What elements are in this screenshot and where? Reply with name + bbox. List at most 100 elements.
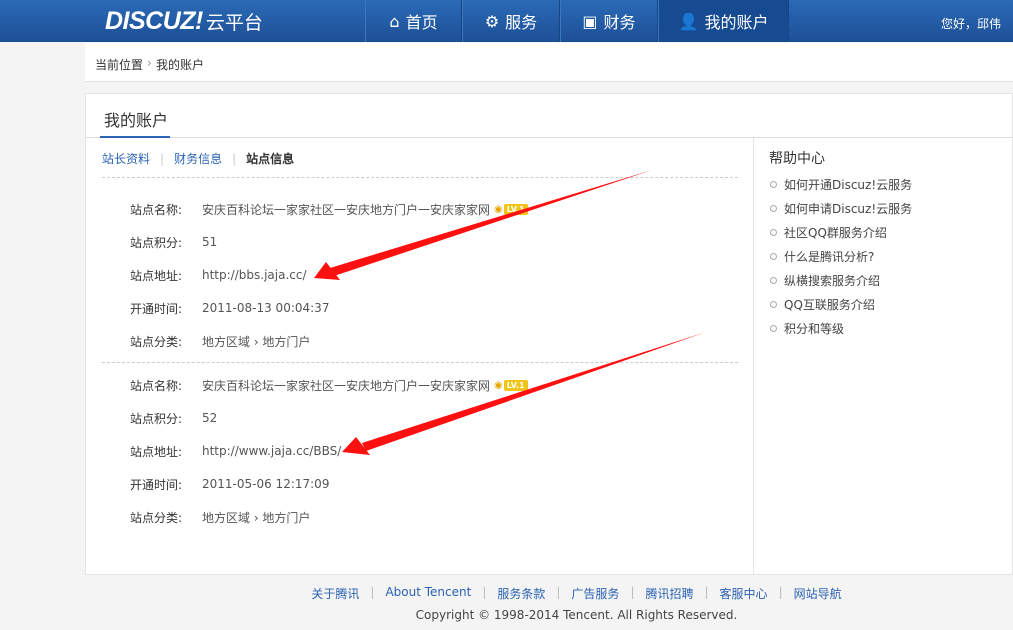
site-score: 51 (202, 235, 218, 249)
level-badge: ◉ LV.1 (494, 379, 528, 391)
field-label: 站点地址: (130, 268, 183, 283)
footer-separator: | (778, 585, 783, 599)
help-item-label: 如何申请Discuz!云服务 (784, 201, 913, 216)
home-icon: ⌂ (389, 11, 400, 31)
footer-link-sitemap[interactable]: 网站导航 (794, 585, 842, 602)
site-opened-time: 2011-08-13 00:04:37 (202, 301, 330, 315)
site-category-row: 站点分类: 地方区域 › 地方门户 (130, 331, 310, 351)
site-name-value: 安庆百科论坛一家家社区一安庆地方门户一安庆家家网 ◉ LV.1 (202, 377, 528, 394)
tabs-divider (102, 177, 738, 178)
tab-separator: | (160, 151, 165, 166)
help-item[interactable]: 什么是腾讯分析? (769, 244, 1009, 268)
logo-subtitle: 云平台 (205, 11, 263, 34)
help-item[interactable]: 纵横搜索服务介绍 (769, 268, 1009, 292)
nav-home[interactable]: ⌂ 首页 (365, 0, 462, 42)
footer-link-ads[interactable]: 广告服务 (571, 585, 619, 602)
help-item-label: 如何开通Discuz!云服务 (784, 177, 913, 192)
nav-finance-label: 财务 (603, 13, 636, 32)
level-badge: ◉ LV.1 (494, 203, 528, 215)
site-url-row: 站点地址: http://www.jaja.cc/BBS/ (130, 441, 341, 461)
field-label: 站点名称: (130, 378, 183, 393)
breadcrumb-current: 我的账户 (156, 58, 205, 72)
field-label: 站点地址: (130, 444, 183, 459)
field-label: 站点分类: (130, 334, 183, 349)
site-name-row: 站点名称: 安庆百科论坛一家家社区一安庆地方门户一安庆家家网 ◉ LV.1 (130, 199, 528, 219)
breadcrumb-root: 当前位置 (95, 58, 144, 72)
level-label: LV.1 (503, 203, 528, 215)
account-content: 站长资料 | 财务信息 | 站点信息 站点名称: 安庆百科论坛一家家社区一安庆地… (86, 138, 754, 574)
level-label: LV.1 (503, 379, 528, 391)
tab-separator: | (232, 151, 237, 166)
footer-separator: | (370, 585, 375, 599)
breadcrumb-separator: › (147, 56, 152, 70)
site-category: 地方区域 › 地方门户 (202, 510, 311, 525)
field-label: 开通时间: (130, 477, 183, 492)
help-item[interactable]: 如何申请Discuz!云服务 (769, 196, 1009, 220)
bullet-icon (770, 324, 777, 332)
footer-link-about[interactable]: 关于腾讯 (311, 585, 359, 602)
main-nav: ⌂ 首页 ⚙ 服务 ▣ 财务 👤 我的账户 (365, 0, 789, 42)
site-category-row: 站点分类: 地方区域 › 地方门户 (130, 507, 310, 527)
bullet-icon (770, 300, 777, 308)
site-score-row: 站点积分: 52 (130, 408, 217, 428)
site-opened-row: 开通时间: 2011-08-13 00:04:37 (130, 298, 329, 318)
help-item-label: QQ互联服务介绍 (784, 297, 875, 312)
bullet-icon (770, 276, 777, 284)
field-label: 站点积分: (130, 411, 183, 426)
finance-icon: ▣ (582, 11, 598, 31)
nav-my-account[interactable]: 👤 我的账户 (658, 0, 789, 42)
user-greeting[interactable]: 您好，邱伟 (941, 15, 1001, 32)
footer-link-jobs[interactable]: 腾讯招聘 (645, 585, 693, 602)
bullet-icon (770, 252, 777, 260)
tab-site-info[interactable]: 站点信息 (246, 150, 294, 167)
site-opened-time: 2011-05-06 12:17:09 (202, 477, 330, 491)
site-url: http://bbs.jaja.cc/ (202, 268, 307, 282)
help-item-label: 什么是腾讯分析? (784, 249, 875, 264)
field-label: 开通时间: (130, 301, 183, 316)
nav-home-label: 首页 (405, 13, 438, 32)
help-center: 帮助中心 如何开通Discuz!云服务 如何申请Discuz!云服务 社区QQ群… (769, 148, 1009, 340)
site-score: 52 (202, 411, 218, 425)
signal-icon: ◉ (494, 203, 503, 215)
nav-services-label: 服务 (505, 13, 538, 32)
footer-separator: | (556, 585, 561, 599)
site-name: 安庆百科论坛一家家社区一安庆地方门户一安庆家家网 (202, 378, 491, 393)
footer-link-support[interactable]: 客服中心 (720, 585, 768, 602)
footer-separator: | (482, 585, 487, 599)
help-item[interactable]: 如何开通Discuz!云服务 (769, 172, 1009, 196)
copyright: Copyright © 1998-2014 Tencent. All Right… (415, 608, 738, 622)
site-opened-row: 开通时间: 2011-05-06 12:17:09 (130, 474, 329, 494)
help-title: 帮助中心 (769, 151, 825, 167)
footer-separator: | (704, 585, 709, 599)
bullet-icon (770, 180, 777, 188)
site-name-value: 安庆百科论坛一家家社区一安庆地方门户一安庆家家网 ◉ LV.1 (202, 201, 528, 218)
field-label: 站点分类: (130, 510, 183, 525)
bullet-icon (770, 228, 777, 236)
site-name-row: 站点名称: 安庆百科论坛一家家社区一安庆地方门户一安庆家家网 ◉ LV.1 (130, 375, 528, 395)
footer-link-terms[interactable]: 服务条款 (497, 585, 545, 602)
help-item-label: 社区QQ群服务介绍 (784, 225, 887, 240)
tab-finance-info[interactable]: 财务信息 (174, 150, 222, 167)
site-category: 地方区域 › 地方门户 (202, 334, 311, 349)
site-score-row: 站点积分: 51 (130, 232, 217, 252)
help-item[interactable]: QQ互联服务介绍 (769, 292, 1009, 316)
main-panel: 我的账户 站长资料 | 财务信息 | 站点信息 站点名称: 安庆百科论坛一家家社… (85, 93, 1013, 575)
field-label: 站点积分: (130, 235, 183, 250)
footer-link-about-en[interactable]: About Tencent (385, 585, 471, 602)
discuz-cloud-logo[interactable]: DISCUZ! 云平台 (105, 6, 263, 36)
help-item-label: 积分和等级 (784, 321, 845, 336)
nav-services[interactable]: ⚙ 服务 (462, 0, 560, 42)
site-divider (102, 362, 738, 363)
footer: 关于腾讯 | About Tencent | 服务条款 | 广告服务 | 腾讯招… (0, 585, 1013, 622)
logo-brand: DISCUZ! (105, 6, 203, 35)
bullet-icon (770, 204, 777, 212)
page-title: 我的账户 (104, 111, 169, 130)
signal-icon: ◉ (494, 379, 503, 391)
nav-finance[interactable]: ▣ 财务 (560, 0, 658, 42)
site-url: http://www.jaja.cc/BBS/ (202, 444, 342, 458)
nav-my-account-label: 我的账户 (704, 13, 769, 32)
help-item[interactable]: 社区QQ群服务介绍 (769, 220, 1009, 244)
tab-webmaster-info[interactable]: 站长资料 (102, 150, 150, 167)
help-item[interactable]: 积分和等级 (769, 316, 1009, 340)
footer-links: 关于腾讯 | About Tencent | 服务条款 | 广告服务 | 腾讯招… (0, 585, 1013, 602)
